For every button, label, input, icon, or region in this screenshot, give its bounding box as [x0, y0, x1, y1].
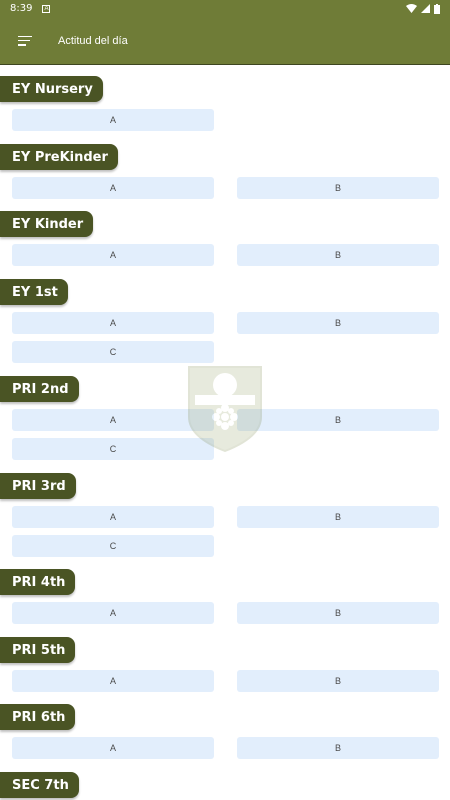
group-button-a[interactable]: A — [12, 312, 214, 334]
section-label[interactable]: PRI 2nd — [0, 376, 79, 402]
group-button-a[interactable]: A — [12, 602, 214, 624]
notification-icon: A — [42, 4, 51, 13]
group-button-a[interactable]: A — [12, 109, 214, 131]
section-label[interactable]: EY 1st — [0, 279, 68, 305]
group-button-b[interactable]: B — [237, 506, 439, 528]
group-button-b[interactable]: B — [237, 602, 439, 624]
page-title: Actitud del día — [58, 34, 128, 47]
group-button-a[interactable]: A — [12, 177, 214, 199]
group-button-b[interactable]: B — [237, 737, 439, 759]
group-button-b[interactable]: B — [237, 312, 439, 334]
signal-icon — [421, 4, 430, 13]
section-label[interactable]: PRI 4th — [0, 569, 76, 595]
group-button-b[interactable]: B — [237, 244, 439, 266]
status-time: 8:39 — [10, 3, 33, 14]
status-icons — [406, 3, 440, 14]
group-button-c[interactable]: C — [12, 535, 214, 557]
menu-icon[interactable] — [18, 34, 38, 48]
section-list[interactable]: EY Nursery A EY PreKinder A B EY Kinder … — [0, 66, 450, 800]
section-label[interactable]: PRI 3rd — [0, 473, 76, 499]
section-label[interactable]: EY PreKinder — [0, 144, 118, 170]
section-label[interactable]: EY Nursery — [0, 76, 103, 102]
group-button-c[interactable]: C — [12, 438, 214, 460]
section-label[interactable]: PRI 5th — [0, 637, 76, 663]
group-button-b[interactable]: B — [237, 670, 439, 692]
group-button-c[interactable]: C — [12, 341, 214, 363]
group-button-a[interactable]: A — [12, 506, 214, 528]
section-label[interactable]: SEC 7th — [0, 772, 79, 798]
group-button-a[interactable]: A — [12, 409, 214, 431]
section-label[interactable]: PRI 6th — [0, 704, 76, 730]
battery-icon — [434, 3, 440, 14]
group-button-b[interactable]: B — [237, 177, 439, 199]
group-button-b[interactable]: B — [237, 409, 439, 431]
group-button-a[interactable]: A — [12, 670, 214, 692]
app-bar: Actitud del día — [0, 17, 450, 65]
group-button-a[interactable]: A — [12, 244, 214, 266]
group-button-a[interactable]: A — [12, 737, 214, 759]
wifi-icon — [406, 4, 417, 13]
section-label[interactable]: EY Kinder — [0, 211, 94, 237]
status-bar: 8:39 A — [0, 0, 450, 17]
